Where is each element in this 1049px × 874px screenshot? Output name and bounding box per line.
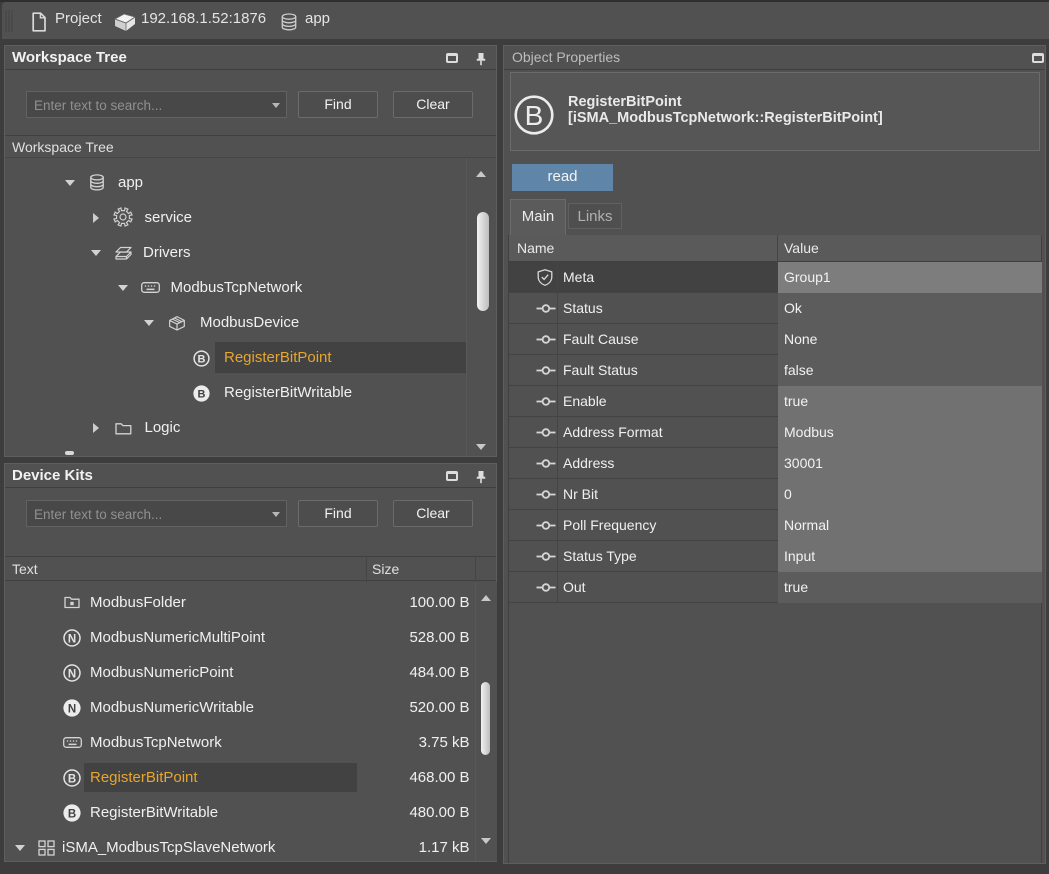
svg-text:N: N (68, 633, 76, 645)
svg-text:B: B (68, 808, 76, 820)
svg-text:B: B (198, 388, 206, 400)
svg-text:B: B (525, 100, 544, 131)
svg-text:B: B (68, 773, 76, 785)
svg-text:N: N (68, 668, 76, 680)
svg-text:N: N (68, 703, 76, 715)
svg-text:B: B (198, 353, 206, 365)
